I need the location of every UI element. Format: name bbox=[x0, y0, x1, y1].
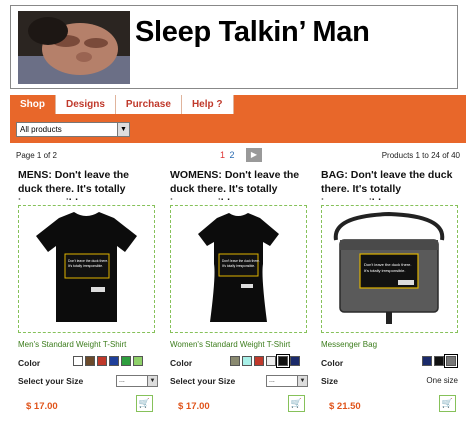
color-swatch[interactable] bbox=[266, 356, 276, 366]
site-header: Sleep Talkin’ Man bbox=[10, 5, 458, 89]
product-price: $ 17.00 bbox=[26, 401, 58, 412]
next-page-button[interactable]: ▶ bbox=[246, 148, 262, 162]
one-size-text: One size bbox=[426, 376, 458, 385]
tab-designs[interactable]: Designs bbox=[56, 95, 116, 114]
color-swatches bbox=[422, 354, 458, 368]
product-title[interactable]: MENS: Don't leave the duck there. It's t… bbox=[18, 168, 155, 200]
bag-print-line1: Don't leave the duck there. bbox=[364, 262, 411, 267]
color-swatch[interactable] bbox=[133, 356, 143, 366]
product-title[interactable]: WOMENS: Don't leave the duck there. It's… bbox=[170, 168, 307, 200]
cart-icon: 🛒 bbox=[290, 398, 303, 408]
color-swatch[interactable] bbox=[97, 356, 107, 366]
product-card: BAG: Don't leave the duck there. It's to… bbox=[321, 168, 458, 412]
product-card: WOMENS: Don't leave the duck there. It's… bbox=[170, 168, 308, 412]
cart-icon: 🛒 bbox=[138, 398, 151, 408]
product-price: $ 17.00 bbox=[178, 401, 210, 412]
size-select[interactable]: ... ▼ bbox=[116, 375, 158, 387]
page-link-2[interactable]: 2 bbox=[230, 150, 235, 160]
size-select-value: ... bbox=[269, 377, 275, 384]
color-swatches bbox=[230, 354, 300, 368]
color-swatch[interactable] bbox=[290, 356, 300, 366]
shirt-print-line1: Don't leave the duck there. bbox=[222, 259, 260, 263]
product-name[interactable]: Women's Standard Weight T-Shirt bbox=[170, 340, 290, 349]
size-select-value: ... bbox=[119, 377, 125, 384]
color-swatch[interactable] bbox=[230, 356, 240, 366]
color-swatch-selected[interactable] bbox=[444, 354, 458, 368]
page-indicator: Page 1 of 2 bbox=[16, 151, 57, 160]
chevron-down-icon: ▼ bbox=[147, 376, 157, 386]
color-swatch[interactable] bbox=[254, 356, 264, 366]
color-swatch-selected[interactable] bbox=[276, 354, 290, 368]
product-image[interactable]: Don't leave the duck there. It's totally… bbox=[18, 205, 155, 333]
size-label: Select your Size bbox=[170, 376, 236, 386]
color-swatches bbox=[73, 356, 143, 366]
color-swatch[interactable] bbox=[422, 356, 432, 366]
page-links: 1 2 bbox=[220, 150, 235, 160]
chevron-down-icon: ▼ bbox=[117, 123, 129, 136]
shirt-print-line2: It's totally irresponsible. bbox=[68, 264, 103, 268]
chevron-down-icon: ▼ bbox=[297, 376, 307, 386]
pagination-row: Page 1 of 2 1 2 ▶ Products 1 to 24 of 40 bbox=[16, 148, 460, 164]
color-swatch[interactable] bbox=[85, 356, 95, 366]
color-swatch[interactable] bbox=[242, 356, 252, 366]
page-current: 1 bbox=[220, 150, 226, 160]
product-name[interactable]: Men's Standard Weight T-Shirt bbox=[18, 340, 126, 349]
color-label: Color bbox=[18, 358, 41, 368]
color-swatch[interactable] bbox=[73, 356, 83, 366]
shirt-print-line2: It's totally irresponsible. bbox=[222, 264, 255, 268]
tab-bar: Shop Designs Purchase Help ? bbox=[10, 95, 234, 114]
category-select-value: All products bbox=[20, 125, 62, 134]
size-label: Select your Size bbox=[18, 376, 84, 386]
product-card: MENS: Don't leave the duck there. It's t… bbox=[18, 168, 158, 412]
bag-print-line2: It's totally irresponsible. bbox=[364, 268, 405, 273]
product-price: $ 21.50 bbox=[329, 401, 361, 412]
tab-purchase[interactable]: Purchase bbox=[115, 95, 182, 114]
products-count: Products 1 to 24 of 40 bbox=[381, 151, 460, 160]
tab-help[interactable]: Help ? bbox=[181, 95, 234, 114]
size-label: Size bbox=[321, 376, 339, 386]
tab-shop[interactable]: Shop bbox=[10, 95, 56, 114]
product-title[interactable]: BAG: Don't leave the duck there. It's to… bbox=[321, 168, 458, 200]
cart-icon: 🛒 bbox=[441, 398, 454, 408]
product-image[interactable]: Don't leave the duck there. It's totally… bbox=[170, 205, 307, 333]
color-swatch[interactable] bbox=[121, 356, 131, 366]
add-to-cart-button[interactable]: 🛒 bbox=[136, 395, 153, 412]
product-name[interactable]: Messenger Bag bbox=[321, 340, 377, 349]
category-select[interactable]: All products ▼ bbox=[16, 122, 130, 137]
add-to-cart-button[interactable]: 🛒 bbox=[439, 395, 456, 412]
color-swatch[interactable] bbox=[109, 356, 119, 366]
site-title: Sleep Talkin’ Man bbox=[135, 16, 370, 48]
color-label: Color bbox=[321, 358, 344, 368]
header-photo bbox=[18, 11, 130, 84]
product-image[interactable]: Don't leave the duck there. It's totally… bbox=[321, 205, 458, 333]
add-to-cart-button[interactable]: 🛒 bbox=[288, 395, 305, 412]
color-label: Color bbox=[170, 358, 193, 368]
size-select[interactable]: ... ▼ bbox=[266, 375, 308, 387]
shirt-print-line1: Don't leave the duck there. bbox=[68, 259, 108, 263]
shop-navbar: Shop Designs Purchase Help ? All product… bbox=[10, 95, 466, 143]
color-swatch[interactable] bbox=[434, 356, 444, 366]
